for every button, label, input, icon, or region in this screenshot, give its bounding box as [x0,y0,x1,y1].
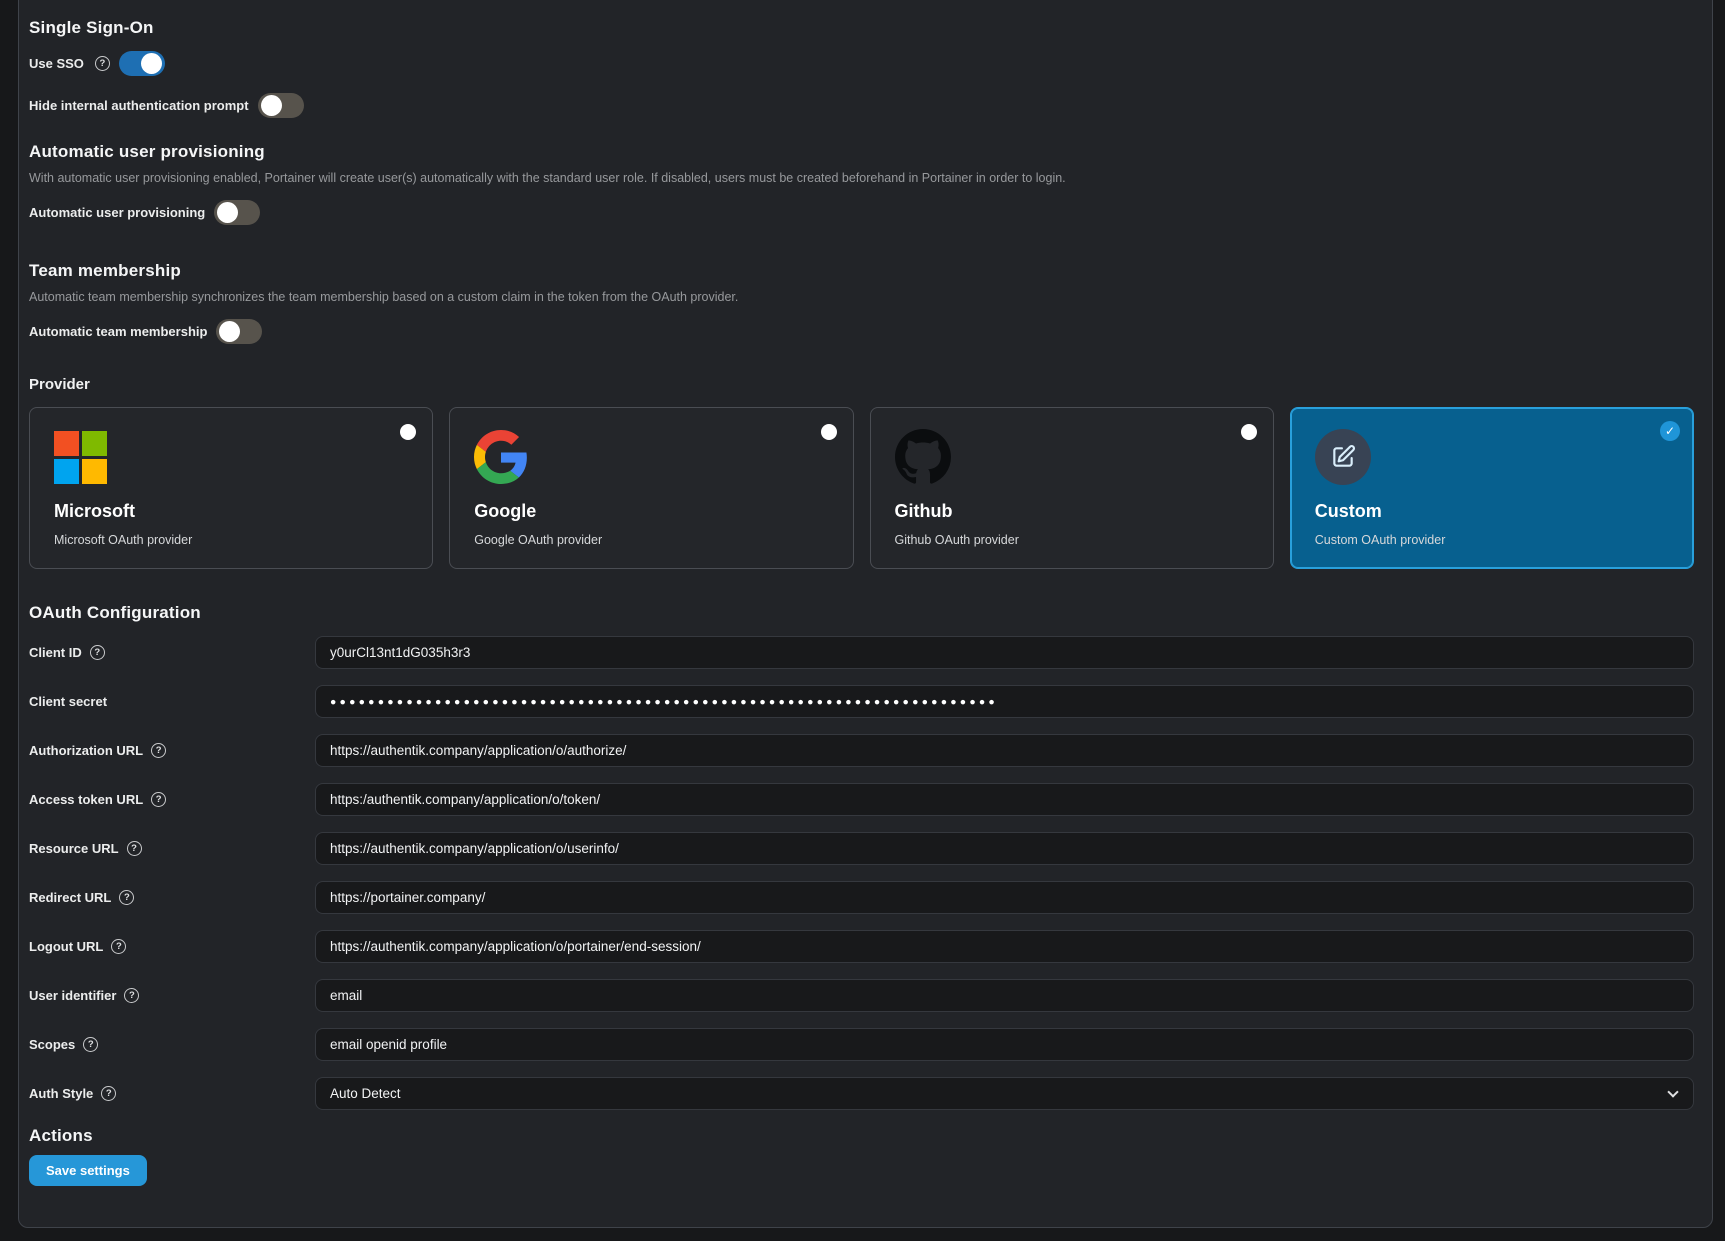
resource-url-input[interactable] [315,832,1694,865]
provider-card-custom[interactable]: Custom Custom OAuth provider ✓ [1290,407,1694,569]
client-id-help-icon[interactable]: ? [90,645,105,660]
resource-url-row: Resource URL ? [29,832,1694,865]
hide-internal-auth-label: Hide internal authentication prompt [29,98,249,113]
provider-card-title: Custom [1315,501,1669,522]
access-token-url-row: Access token URL ? [29,783,1694,816]
auth-style-label: Auth Style [29,1086,93,1101]
actions-heading: Actions [29,1126,1694,1146]
logout-url-input[interactable] [315,930,1694,963]
authorization-url-input[interactable] [315,734,1694,767]
google-logo-icon [474,430,528,484]
use-sso-help-icon[interactable]: ? [95,56,110,71]
resource-url-label: Resource URL [29,841,119,856]
provider-radio-unselected[interactable] [400,424,416,440]
auth-style-help-icon[interactable]: ? [101,1086,116,1101]
provider-card-title: Github [895,501,1249,522]
provider-card-title: Microsoft [54,501,408,522]
redirect-url-help-icon[interactable]: ? [119,890,134,905]
client-secret-label: Client secret [29,694,107,709]
auto-provisioning-heading: Automatic user provisioning [29,142,1694,162]
provider-card-title: Google [474,501,828,522]
github-logo-icon [895,429,951,485]
team-membership-description: Automatic team membership synchronizes t… [29,290,1694,304]
redirect-url-label: Redirect URL [29,890,111,905]
provider-card-github[interactable]: Github Github OAuth provider [870,407,1274,569]
team-membership-toggle[interactable] [216,319,262,344]
client-secret-input[interactable]: ●●●●●●●●●●●●●●●●●●●●●●●●●●●●●●●●●●●●●●●●… [315,685,1694,718]
scopes-input[interactable] [315,1028,1694,1061]
redirect-url-input[interactable] [315,881,1694,914]
provider-card-microsoft[interactable]: Microsoft Microsoft OAuth provider [29,407,433,569]
user-identifier-help-icon[interactable]: ? [124,988,139,1003]
client-id-input[interactable] [315,636,1694,669]
provider-selected-check-icon[interactable]: ✓ [1660,421,1680,441]
authorization-url-help-icon[interactable]: ? [151,743,166,758]
team-membership-label: Automatic team membership [29,324,207,339]
hide-internal-auth-row: Hide internal authentication prompt [29,92,1694,118]
masked-secret-value: ●●●●●●●●●●●●●●●●●●●●●●●●●●●●●●●●●●●●●●●●… [330,696,998,708]
authorization-url-row: Authorization URL ? [29,734,1694,767]
provider-heading: Provider [29,376,1694,393]
scopes-row: Scopes ? [29,1028,1694,1061]
redirect-url-row: Redirect URL ? [29,881,1694,914]
oauth-configuration-heading: OAuth Configuration [29,603,1694,623]
provider-card-subtitle: Custom OAuth provider [1315,533,1669,547]
custom-edit-icon [1315,429,1371,485]
oauth-configuration-form: Client ID ? Client secret ●●●●●●●●●●●●●●… [29,636,1694,1110]
auth-style-selected-value: Auto Detect [330,1086,401,1101]
client-secret-row: Client secret ●●●●●●●●●●●●●●●●●●●●●●●●●●… [29,685,1694,718]
toggle-knob [219,321,240,342]
toggle-knob [141,53,162,74]
provider-cards: Microsoft Microsoft OAuth provider Googl… [29,407,1694,562]
auto-provisioning-row: Automatic user provisioning [29,199,1694,225]
oauth-settings-panel: Single Sign-On Use SSO ? Hide internal a… [18,0,1713,1228]
user-identifier-input[interactable] [315,979,1694,1012]
client-id-row: Client ID ? [29,636,1694,669]
hide-internal-auth-toggle[interactable] [258,93,304,118]
scopes-label: Scopes [29,1037,75,1052]
provider-card-subtitle: Microsoft OAuth provider [54,533,408,547]
auto-provisioning-description: With automatic user provisioning enabled… [29,171,1694,185]
auth-style-row: Auth Style ? Auto Detect [29,1077,1694,1110]
authorization-url-label: Authorization URL [29,743,143,758]
provider-radio-unselected[interactable] [821,424,837,440]
logout-url-help-icon[interactable]: ? [111,939,126,954]
toggle-knob [261,95,282,116]
team-membership-row: Automatic team membership [29,318,1694,344]
client-id-label: Client ID [29,645,82,660]
provider-radio-unselected[interactable] [1241,424,1257,440]
use-sso-label: Use SSO [29,56,84,71]
microsoft-logo-icon [54,431,107,484]
auto-provisioning-toggle[interactable] [214,200,260,225]
access-token-url-help-icon[interactable]: ? [151,792,166,807]
provider-card-subtitle: Github OAuth provider [895,533,1249,547]
provider-card-subtitle: Google OAuth provider [474,533,828,547]
use-sso-row: Use SSO ? [29,50,1694,76]
save-settings-button[interactable]: Save settings [29,1155,147,1186]
access-token-url-label: Access token URL [29,792,143,807]
team-membership-heading: Team membership [29,261,1694,281]
user-identifier-label: User identifier [29,988,116,1003]
auto-provisioning-label: Automatic user provisioning [29,205,205,220]
sso-heading: Single Sign-On [29,18,1694,38]
use-sso-toggle[interactable] [119,51,165,76]
logout-url-row: Logout URL ? [29,930,1694,963]
auth-style-select[interactable]: Auto Detect [315,1077,1694,1110]
provider-card-google[interactable]: Google Google OAuth provider [449,407,853,569]
toggle-knob [217,202,238,223]
scopes-help-icon[interactable]: ? [83,1037,98,1052]
resource-url-help-icon[interactable]: ? [127,841,142,856]
user-identifier-row: User identifier ? [29,979,1694,1012]
access-token-url-input[interactable] [315,783,1694,816]
logout-url-label: Logout URL [29,939,103,954]
